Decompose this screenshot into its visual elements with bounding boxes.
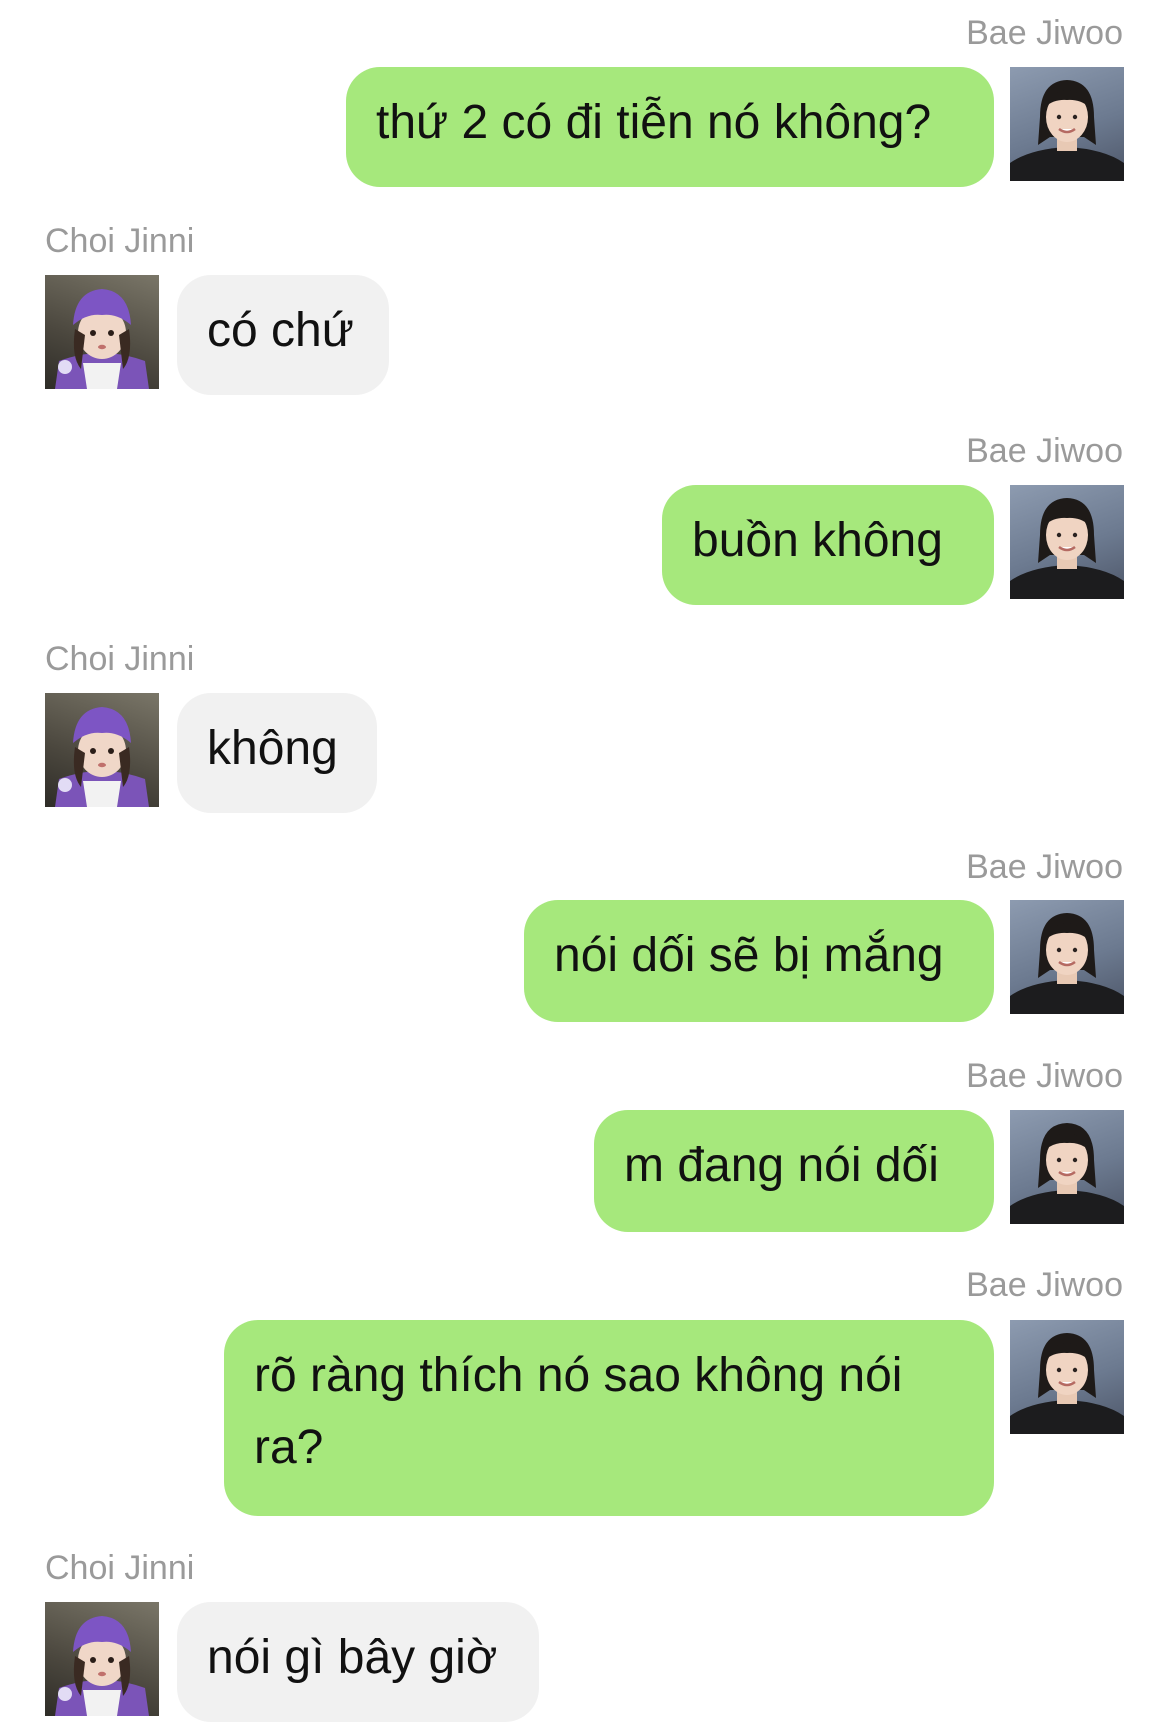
avatar-bae-jiwoo[interactable] [1010,485,1124,599]
message-text: có chứ [207,304,354,357]
message-bubble-sent[interactable]: rõ ràng thích nó sao không nói ra? [224,1320,994,1516]
message-text: nói dối sẽ bị mắng [554,929,944,982]
profile-photo-icon [1010,498,1124,599]
sender-name: Choi Jinni [45,1549,195,1587]
message-bubble-received[interactable]: có chứ [177,275,389,395]
profile-photo-icon [1010,80,1124,181]
message-bubble-sent[interactable]: nói dối sẽ bị mắng [524,900,994,1022]
avatar-bae-jiwoo[interactable] [1010,1320,1124,1434]
message-text: nói gì bây giờ [207,1631,498,1684]
sender-name: Choi Jinni [45,640,195,678]
message-bubble-sent[interactable]: m đang nói dối [594,1110,994,1232]
avatar-bae-jiwoo[interactable] [1010,1110,1124,1224]
sender-name: Bae Jiwoo [966,1057,1123,1095]
profile-photo-icon [55,289,149,389]
message-bubble-received[interactable]: không [177,693,377,813]
avatar-choi-jinni[interactable] [45,275,159,389]
sender-name: Bae Jiwoo [966,432,1123,470]
sender-name: Bae Jiwoo [966,1266,1123,1304]
sender-name: Choi Jinni [45,222,195,260]
sender-name: Bae Jiwoo [966,14,1123,52]
message-bubble-sent[interactable]: thứ 2 có đi tiễn nó không? [346,67,994,187]
profile-photo-icon [55,1616,149,1716]
message-text: thứ 2 có đi tiễn nó không? [376,96,932,149]
avatar-bae-jiwoo[interactable] [1010,900,1124,1014]
message-text: buồn không [692,514,943,567]
avatar-bae-jiwoo[interactable] [1010,67,1124,181]
profile-photo-icon [1010,1333,1124,1434]
message-text: không [207,722,338,775]
profile-photo-icon [1010,913,1124,1014]
message-text: m đang nói dối [624,1139,939,1192]
avatar-choi-jinni[interactable] [45,1602,159,1716]
message-text: rõ ràng thích nó sao không nói ra? [254,1349,903,1474]
message-bubble-received[interactable]: nói gì bây giờ [177,1602,539,1722]
message-bubble-sent[interactable]: buồn không [662,485,994,605]
sender-name: Bae Jiwoo [966,848,1123,886]
profile-photo-icon [55,707,149,807]
chat-thread: Bae Jiwoo thứ 2 có đi tiễn nó không? Cho… [0,0,1170,1722]
avatar-choi-jinni[interactable] [45,693,159,807]
profile-photo-icon [1010,1123,1124,1224]
